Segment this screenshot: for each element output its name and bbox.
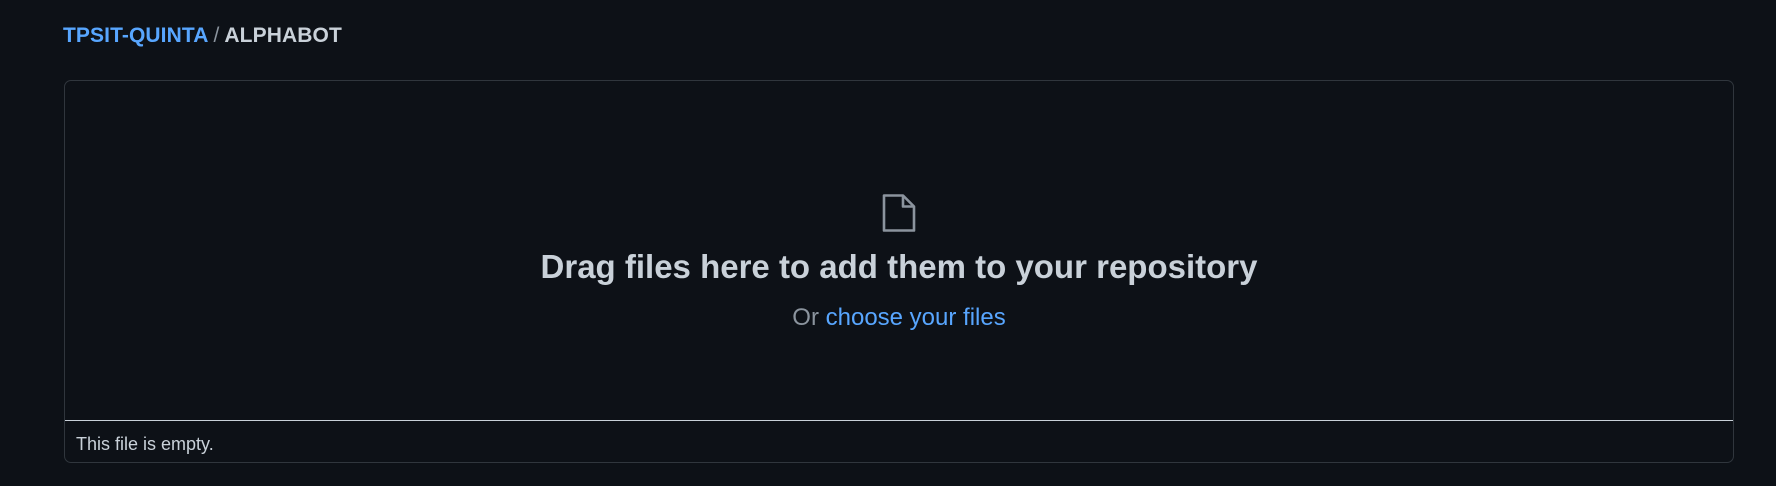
dropzone-title: Drag files here to add them to your repo… xyxy=(540,248,1258,285)
dropzone-or-text: Or xyxy=(792,304,819,331)
dropzone-subtitle: Or choose your files xyxy=(792,304,1005,332)
file-icon xyxy=(882,194,916,232)
breadcrumb-owner-link[interactable]: TPSIT-QUINTA xyxy=(63,24,208,47)
breadcrumb-separator: / xyxy=(213,24,220,47)
file-empty-note: This file is empty. xyxy=(76,434,214,454)
breadcrumb-repo-name: ALPHABOT xyxy=(224,24,342,47)
file-dropzone[interactable]: Drag files here to add them to your repo… xyxy=(65,81,1733,421)
choose-files-link[interactable]: choose your files xyxy=(826,304,1006,331)
breadcrumb: TPSIT-QUINTA / ALPHABOT xyxy=(63,24,342,48)
file-upload-panel: Drag files here to add them to your repo… xyxy=(64,80,1734,463)
